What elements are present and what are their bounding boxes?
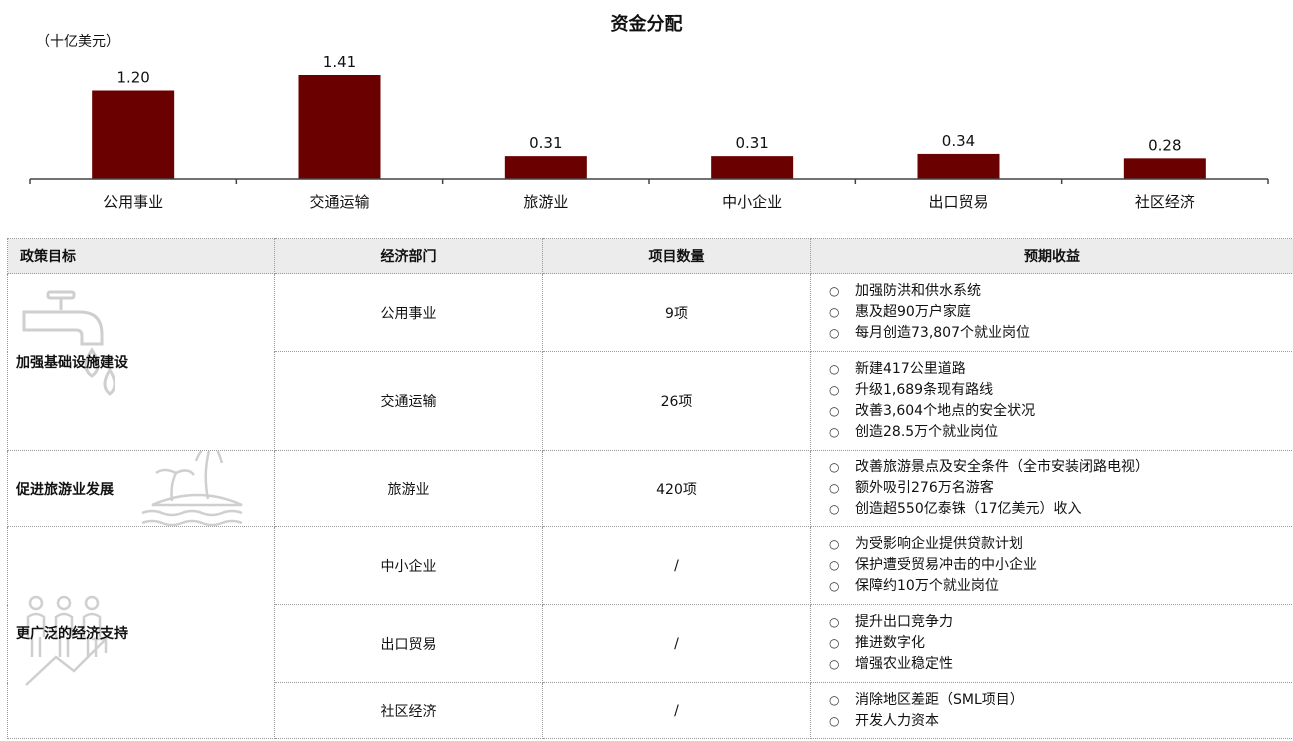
- goal-cell-infrastructure: 加强基础设施建设: [7, 273, 275, 451]
- benefits-cell: 改善旅游景点及安全条件（全市安装闭路电视） 额外吸引276万名游客 创造超550…: [810, 450, 1293, 527]
- table-row: 促进旅游业发展 旅游业 420项 改善旅游景点及安全条件（全市安装闭路电视） 额…: [7, 450, 1293, 527]
- benefits-list: 加强防洪和供水系统 惠及超90万户家庭 每月创造73,807个就业岗位: [819, 281, 1285, 344]
- benefit-item: 增强农业稳定性: [829, 654, 1285, 675]
- benefit-item: 开发人力资本: [829, 711, 1285, 732]
- goal-label: 加强基础设施建设: [16, 355, 128, 371]
- header-policy-goal: 政策目标: [7, 238, 275, 274]
- benefit-item: 升级1,689条现有路线: [829, 380, 1285, 401]
- benefit-item: 创造28.5万个就业岗位: [829, 422, 1285, 443]
- bar-value-label: 0.31: [735, 134, 768, 152]
- sector-cell: 出口贸易: [274, 604, 543, 683]
- benefits-list: 消除地区差距（SML项目） 开发人力资本: [819, 690, 1285, 732]
- sector-cell: 社区经济: [274, 682, 543, 739]
- goal-cell-economic-support: 更广泛的经济支持: [7, 526, 275, 739]
- benefits-list: 提升出口竞争力 推进数字化 增强农业稳定性: [819, 612, 1285, 675]
- table-row: 更广泛的经济支持 中小企业 / 为受影响企业提供贷款计划 保护遭受贸易冲击的中小…: [7, 526, 1293, 739]
- category-label: 中小企业: [722, 193, 782, 211]
- bar: [1123, 158, 1206, 179]
- benefits-list: 新建417公里道路 升级1,689条现有路线 改善3,604个地点的安全状况 创…: [819, 359, 1285, 443]
- count-cell: /: [542, 526, 811, 605]
- count-cell: 26项: [542, 351, 811, 451]
- sector-cell: 旅游业: [274, 450, 543, 527]
- sector-cell: 公用事业: [274, 273, 543, 352]
- bar: [504, 156, 587, 179]
- benefits-list: 改善旅游景点及安全条件（全市安装闭路电视） 额外吸引276万名游客 创造超550…: [819, 457, 1285, 520]
- count-cell: 9项: [542, 273, 811, 352]
- benefits-cell: 提升出口竞争力 推进数字化 增强农业稳定性: [810, 604, 1293, 683]
- category-label: 社区经济: [1135, 193, 1195, 211]
- header-expected-benefits: 预期收益: [810, 238, 1293, 274]
- count-cell: /: [542, 604, 811, 683]
- goal-cell-tourism: 促进旅游业发展: [7, 450, 275, 527]
- category-label: 出口贸易: [928, 193, 988, 211]
- benefit-item: 保障约10万个就业岗位: [829, 576, 1285, 597]
- header-sector: 经济部门: [274, 238, 543, 274]
- benefit-item: 消除地区差距（SML项目）: [829, 690, 1285, 711]
- goal-label: 更广泛的经济支持: [16, 625, 128, 642]
- benefit-item: 每月创造73,807个就业岗位: [829, 323, 1285, 344]
- chart-title: 资金分配: [610, 14, 683, 35]
- benefit-item: 推进数字化: [829, 633, 1285, 654]
- benefit-item: 创造超550亿泰铢（17亿美元）收入: [829, 499, 1285, 520]
- category-label: 公用事业: [103, 193, 163, 211]
- benefits-cell: 消除地区差距（SML项目） 开发人力资本: [810, 682, 1293, 739]
- category-label: 旅游业: [523, 193, 568, 211]
- bar-value-label: 1.41: [323, 53, 356, 71]
- benefit-item: 新建417公里道路: [829, 359, 1285, 380]
- category-label: 交通运输: [309, 193, 369, 211]
- bar: [917, 153, 1000, 179]
- water-tap-icon: [22, 290, 115, 396]
- count-cell: /: [542, 682, 811, 739]
- benefit-item: 额外吸引276万名游客: [829, 478, 1285, 499]
- bar-value-label: 0.34: [942, 132, 975, 150]
- benefits-cell: 新建417公里道路 升级1,689条现有路线 改善3,604个地点的安全状况 创…: [810, 351, 1293, 451]
- sector-cell: 中小企业: [274, 526, 543, 605]
- benefit-item: 提升出口竞争力: [829, 612, 1285, 633]
- count-cell: 420项: [542, 450, 811, 527]
- header-project-count: 项目数量: [542, 238, 811, 274]
- goal-label: 促进旅游业发展: [16, 481, 114, 498]
- bar: [92, 90, 175, 179]
- bar-chart: 1.20 公用事业 1.41 交通运输 0.31 旅游业 0.31 中小企业 0.34 出口贸易 0…: [29, 53, 1269, 211]
- bar-value-label: 1.20: [116, 68, 149, 86]
- benefits-cell: 为受影响企业提供贷款计划 保护遭受贸易冲击的中小企业 保障约10万个就业岗位: [810, 526, 1293, 605]
- benefits-list: 为受影响企业提供贷款计划 保护遭受贸易冲击的中小企业 保障约10万个就业岗位: [819, 534, 1285, 597]
- benefit-item: 改善旅游景点及安全条件（全市安装闭路电视）: [829, 457, 1285, 478]
- benefit-item: 保护遭受贸易冲击的中小企业: [829, 555, 1285, 576]
- benefits-cell: 加强防洪和供水系统 惠及超90万户家庭 每月创造73,807个就业岗位: [810, 273, 1293, 352]
- bar: [298, 75, 381, 179]
- bar-value-label: 0.31: [529, 134, 562, 152]
- sector-cell: 交通运输: [274, 351, 543, 451]
- table-row: 加强基础设施建设 公用事业 9项 加强防洪和供水系统 惠及超90万户家庭 每月创…: [7, 273, 1293, 451]
- palm-island-icon: [141, 451, 243, 526]
- bar-value-label: 0.28: [1148, 136, 1181, 154]
- table-header-row: 政策目标 经济部门 项目数量 预期收益: [7, 238, 1293, 274]
- benefit-item: 加强防洪和供水系统: [829, 281, 1285, 302]
- policy-table: 政策目标 经济部门 项目数量 预期收益 加强基础设施建设 公用事业 9项 ○ 加…: [7, 238, 1293, 739]
- bar: [711, 156, 794, 179]
- benefit-item: 为受影响企业提供贷款计划: [829, 534, 1285, 555]
- benefit-item: 改善3,604个地点的安全状况: [829, 401, 1285, 422]
- benefit-item: 惠及超90万户家庭: [829, 302, 1285, 323]
